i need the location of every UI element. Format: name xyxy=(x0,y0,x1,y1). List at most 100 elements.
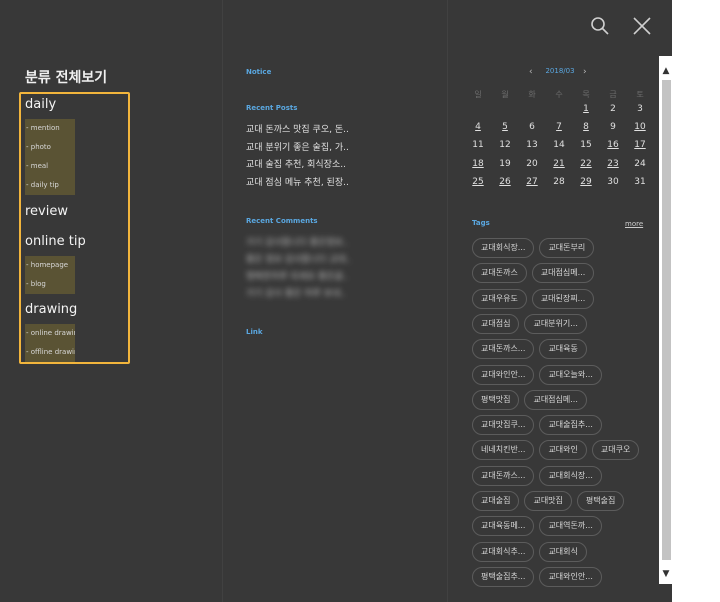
calendar-day[interactable]: 7 xyxy=(548,122,570,132)
calendar-day[interactable]: 10 xyxy=(629,122,651,132)
calendar-day[interactable]: 8 xyxy=(575,122,597,132)
tag-row: 교대돈까스... 교대회식장... xyxy=(472,466,602,486)
tag-chip[interactable]: 교대술집추... xyxy=(539,415,602,435)
tag-chip[interactable]: 교대오늘와... xyxy=(539,365,602,385)
tag-chip[interactable]: 교대분위기... xyxy=(524,314,587,334)
calendar-day: 13 xyxy=(526,140,538,150)
calendar-day[interactable]: 17 xyxy=(629,140,651,150)
calendar-weekday: 수 xyxy=(555,90,563,99)
tag-chip[interactable]: 교대점심 xyxy=(472,314,520,334)
tag-chip[interactable]: 교대육동메... xyxy=(472,516,535,536)
recent-comment-link[interactable]: 행복한하루 되세요 좋은글.. xyxy=(246,269,356,282)
tag-chip[interactable]: 교대와인안... xyxy=(539,567,602,587)
tag-chip[interactable]: 교대역돈까... xyxy=(539,516,602,536)
tag-row: 교대점심 교대분위기... xyxy=(472,314,587,334)
tag-row: 교대육동메... 교대역돈까... xyxy=(472,516,602,536)
calendar-day[interactable]: 22 xyxy=(575,159,597,169)
tags-heading: Tags xyxy=(472,219,490,227)
tag-row: 교대술집 교대맛집 평택술집 xyxy=(472,491,625,511)
tag-chip[interactable]: 교대회식장... xyxy=(472,238,535,258)
calendar-day[interactable]: 1 xyxy=(575,104,597,114)
tags-more-link[interactable]: more xyxy=(625,220,643,228)
category-photo[interactable]: - photo xyxy=(25,138,75,157)
tag-chip[interactable]: 교대맛집쿠... xyxy=(472,415,535,435)
recent-post-link[interactable]: 교대 분위기 좋은 술집, 가.. xyxy=(246,140,356,153)
tag-row: 평택술집추... 교대와인안... xyxy=(472,567,602,587)
calendar-day[interactable]: 4 xyxy=(467,122,489,132)
calendar-day[interactable]: 5 xyxy=(494,122,516,132)
tag-chip[interactable]: 교대돈까스 xyxy=(472,263,527,283)
tag-row: 교대맛집쿠... 교대술집추... xyxy=(472,415,602,435)
calendar-prev-button[interactable]: ‹ xyxy=(529,67,533,77)
category-all-link[interactable]: 분류 전체보기 xyxy=(25,67,107,87)
calendar-day: 9 xyxy=(610,122,616,132)
tag-row: 교대돈까스... 교대육동 xyxy=(472,339,587,359)
tag-chip[interactable]: 교대돈까스... xyxy=(472,339,535,359)
tag-chip[interactable]: 교대와인안... xyxy=(472,365,535,385)
search-icon[interactable] xyxy=(590,16,610,36)
calendar-day: 15 xyxy=(580,140,592,150)
category-online-drawing[interactable]: - online drawing xyxy=(25,324,75,343)
tag-chip[interactable]: 교대쿠오 xyxy=(591,440,640,460)
calendar-day[interactable]: 29 xyxy=(575,177,597,187)
category-homepage[interactable]: - homepage xyxy=(25,256,75,275)
tag-chip[interactable]: 네네치킨반... xyxy=(472,440,535,460)
recent-post-link[interactable]: 교대 술집 추천, 회식장소.. xyxy=(246,157,356,170)
calendar-day[interactable]: 21 xyxy=(548,159,570,169)
recent-comment-link[interactable]: 가기 감사 좋은 하루 보내.. xyxy=(246,286,356,299)
tag-chip[interactable]: 교대와인 xyxy=(539,440,587,460)
calendar-day[interactable]: 18 xyxy=(467,159,489,169)
tag-chip[interactable]: 교대돈까스... xyxy=(472,466,535,486)
tag-chip[interactable]: 교대돈부리 xyxy=(539,238,595,258)
tag-chip[interactable]: 교대술집 xyxy=(472,491,520,511)
scroll-down-icon[interactable]: ▼ xyxy=(659,567,673,581)
category-blog[interactable]: - blog xyxy=(25,275,75,294)
calendar-next-button[interactable]: › xyxy=(583,67,587,77)
tag-chip[interactable]: 평택맛집 xyxy=(472,390,520,410)
calendar-day: 2 xyxy=(610,104,616,114)
close-icon[interactable] xyxy=(632,16,652,36)
calendar-day: 12 xyxy=(499,140,511,150)
tag-chip[interactable]: 교대회식추... xyxy=(472,542,535,562)
calendar-day: 31 xyxy=(634,177,646,187)
category-daily[interactable]: daily xyxy=(25,97,56,112)
category-drawing[interactable]: drawing xyxy=(25,302,77,317)
tag-chip[interactable]: 교대된장찌... xyxy=(531,289,595,309)
tag-chip[interactable]: 평택술집 xyxy=(576,491,625,511)
recent-post-link[interactable]: 교대 돈까스 맛집 쿠오, 돈.. xyxy=(246,122,356,135)
category-review[interactable]: review xyxy=(25,204,68,219)
scrollbar-thumb[interactable] xyxy=(662,80,671,560)
calendar-day[interactable]: 26 xyxy=(494,177,516,187)
tag-chip[interactable]: 평택술집추... xyxy=(472,567,535,587)
tag-chip[interactable]: 교대맛집 xyxy=(524,491,572,511)
tag-chip[interactable]: 교대회식 xyxy=(539,542,587,562)
category-offline-drawing[interactable]: - offline drawing xyxy=(25,343,75,362)
tag-row: 교대회식추... 교대회식 xyxy=(472,542,587,562)
tag-row: 교대우유도 교대된장찌... xyxy=(472,289,595,309)
recent-comment-link[interactable]: 가기 감사합니다 좋은정보.. xyxy=(246,235,356,248)
calendar-day[interactable]: 25 xyxy=(467,177,489,187)
calendar-weekday: 목 xyxy=(582,90,590,99)
category-daily-tip[interactable]: - daily tip xyxy=(25,176,75,195)
tag-row: 교대돈까스 교대점심메... xyxy=(472,263,595,283)
tag-chip[interactable]: 교대점심메... xyxy=(531,263,595,283)
calendar-day[interactable]: 27 xyxy=(521,177,543,187)
tag-chip[interactable]: 교대육동 xyxy=(539,339,587,359)
notice-heading: Notice xyxy=(246,68,272,76)
calendar-day: 14 xyxy=(553,140,565,150)
scroll-up-icon[interactable]: ▲ xyxy=(659,64,673,78)
tag-row: 교대와인안... 교대오늘와... xyxy=(472,365,602,385)
tag-chip[interactable]: 교대우유도 xyxy=(472,289,527,309)
calendar-day[interactable]: 23 xyxy=(602,159,624,169)
tag-chip[interactable]: 교대회식장... xyxy=(539,466,602,486)
calendar-day[interactable]: 16 xyxy=(602,140,624,150)
recent-posts-heading: Recent Posts xyxy=(246,104,298,112)
category-meal[interactable]: - meal xyxy=(25,157,75,176)
calendar-weekday: 금 xyxy=(609,90,617,99)
recent-post-link[interactable]: 교대 점심 메뉴 추천, 된장.. xyxy=(246,175,356,188)
recent-comment-link[interactable]: 좋은 정보 감사합니다 교대.. xyxy=(246,252,356,265)
calendar-day: 24 xyxy=(634,159,646,169)
category-mention[interactable]: - mention xyxy=(25,119,75,138)
category-online-tip[interactable]: online tip xyxy=(25,234,86,249)
tag-chip[interactable]: 교대점심메... xyxy=(524,390,587,410)
